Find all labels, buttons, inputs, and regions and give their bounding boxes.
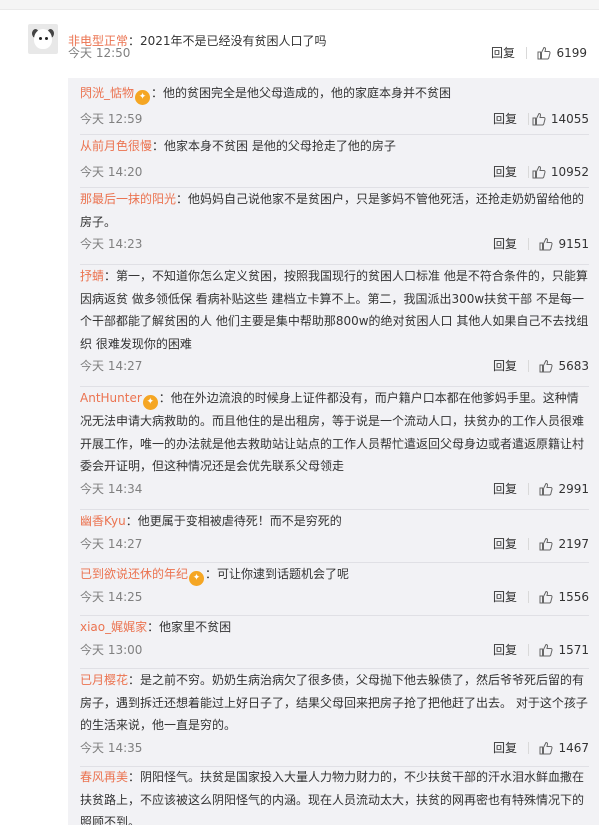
member-badge-icon: ✦	[142, 395, 158, 410]
like-button[interactable]: 1467	[539, 739, 589, 757]
reply-username[interactable]: 从前月色很慢	[80, 139, 152, 153]
thumbs-up-icon	[539, 741, 553, 754]
reply-time: 今天 12:59	[80, 112, 143, 126]
thumbs-up-icon	[539, 237, 553, 251]
reply-username[interactable]: xiao_娓娓家	[80, 620, 147, 634]
reply-item: 春风再美：阴阳怪气。扶贫是国家投入大量人力物力财力的，不少扶贫干部的汗水泪水鲜血…	[80, 766, 589, 825]
reply-text: ：是之前不穷。奶奶生病治病欠了很多债，父母抛下他去躲债了，然后爷爷死后留的有房子…	[80, 673, 588, 732]
reply-time: 今天 14:27	[80, 536, 143, 551]
reply-time: 今天 14:20	[80, 164, 143, 179]
reply-time: 今天 14:34	[80, 481, 143, 496]
like-button[interactable]: 1556	[539, 588, 589, 606]
reply-username[interactable]: 抒蜻	[80, 269, 104, 283]
reply-button[interactable]: 回复	[493, 641, 517, 659]
meta-separator	[528, 113, 529, 125]
like-count: 1467	[558, 740, 589, 755]
reply-username[interactable]: 幽香Kyu	[80, 514, 126, 528]
like-button[interactable]: 10952	[532, 163, 589, 181]
reply-button[interactable]: 回复	[491, 44, 515, 62]
reply-button[interactable]: 回复	[493, 739, 517, 757]
like-button[interactable]: 14055	[532, 110, 589, 128]
meta-separator	[528, 537, 529, 550]
comment-thread: 非电型正常：2021年不是已经没有贫困人口了吗 今天 12:50 回复 6199…	[0, 10, 599, 825]
reply-text: ：可让你逮到话题机会了呢	[205, 567, 350, 581]
like-button[interactable]: 9151	[539, 235, 589, 253]
reply-username[interactable]: 已月樱花	[80, 673, 128, 687]
meta-separator	[528, 591, 529, 603]
reply-button[interactable]: 回复	[493, 110, 517, 128]
like-button[interactable]: 2197	[539, 535, 589, 553]
reply-time: 今天 14:27	[80, 359, 143, 373]
reply-button[interactable]: 回复	[493, 588, 517, 606]
reply-button[interactable]: 回复	[493, 535, 517, 553]
reply-text: ：第一，不知道你怎么定义贫困，按照我国现行的贫困人口标准 他是不符合条件的，只能…	[80, 269, 589, 351]
like-button[interactable]: 2991	[539, 480, 589, 498]
like-count: 2197	[558, 536, 589, 551]
meta-separator	[528, 238, 529, 250]
reply-text: ：阴阳怪气。扶贫是国家投入大量人力物力财力的，不少扶贫干部的汗水泪水鲜血撒在扶贫…	[80, 770, 585, 825]
like-button[interactable]: 5683	[539, 357, 589, 375]
reply-time: 今天 14:25	[80, 590, 143, 604]
meta-separator	[528, 165, 529, 178]
reply-username[interactable]: 已到欲说还休的年纪	[80, 567, 188, 581]
like-count: 10952	[550, 164, 589, 179]
reply-item: 閃洸_惦物 ✦ ：他的贫困完全是他父母造成的，他的家庭本身并不贫困 今天 12:59…	[80, 82, 589, 128]
reply-item: 已到欲说还休的年纪 ✦ ：可让你逮到话题机会了呢 今天 14:25 回复 1556	[80, 563, 589, 606]
reply-button[interactable]: 回复	[493, 357, 517, 375]
reply-button[interactable]: 回复	[493, 480, 517, 498]
reply-time: 今天 14:23	[80, 237, 143, 251]
reply-item: 抒蜻：第一，不知道你怎么定义贫困，按照我国现行的贫困人口标准 他是不符合条件的，…	[80, 265, 589, 375]
reply-text: ：他的贫困完全是他父母造成的，他的家庭本身并不贫困	[151, 86, 452, 100]
thumbs-up-icon	[539, 537, 553, 550]
like-count: 1571	[558, 642, 589, 657]
meta-separator	[528, 360, 529, 372]
reply-username[interactable]: 那最后一抹的阳光	[80, 192, 176, 206]
like-button[interactable]: 6199	[537, 44, 587, 62]
thumbs-up-icon	[539, 359, 553, 373]
reply-username[interactable]: 閃洸_惦物	[80, 86, 134, 100]
like-count: 5683	[558, 359, 589, 373]
reply-item: 那最后一抹的阳光：他妈妈自己说他家不是贫困户，只是爹妈不管他死活，还抢走奶奶留给…	[80, 188, 589, 253]
thumbs-up-icon	[537, 46, 551, 60]
reply-text: ：他更属于变相被虐待死！而不是穷死的	[125, 514, 342, 528]
reply-time: 今天 13:00	[80, 642, 143, 657]
reply-time: 今天 14:35	[80, 740, 143, 755]
dog-face-icon	[34, 29, 52, 49]
thumbs-up-icon	[539, 590, 553, 604]
meta-separator	[526, 47, 527, 59]
thumbs-up-icon	[532, 112, 546, 126]
thumbs-up-icon	[539, 482, 553, 495]
meta-separator	[528, 643, 529, 656]
reply-item: 从前月色很慢：他家本身不贫困 是他的父母抢走了他的房子 今天 14:20 回复 …	[80, 135, 589, 181]
reply-button[interactable]: 回复	[493, 163, 517, 181]
thumbs-up-icon	[532, 165, 546, 178]
member-badge-icon: ✦	[135, 90, 151, 105]
member-badge-icon: ✦	[189, 571, 205, 586]
meta-separator	[528, 741, 529, 754]
like-count: 2991	[558, 481, 589, 496]
dog-eye-left	[39, 37, 42, 40]
reply-username[interactable]: AntHunter	[80, 391, 142, 405]
reply-text: ：他家本身不贫困 是他的父母抢走了他的房子	[152, 139, 396, 153]
top-comment-meta: 今天 12:50 回复 6199	[68, 44, 587, 62]
avatar[interactable]	[28, 24, 58, 54]
reply-item: AntHunter ✦ ：他在外边流浪的时候身上证件都没有，而户籍户口本都在他爹妈手…	[80, 387, 589, 498]
reply-list: 閃洸_惦物 ✦ ：他的贫困完全是他父母造成的，他的家庭本身并不贫困 今天 12:59…	[68, 78, 599, 825]
top-comment-time: 今天 12:50	[68, 46, 131, 60]
like-count: 6199	[556, 46, 587, 60]
reply-item: xiao_娓娓家：他家里不贫困 今天 13:00 回复 1571	[80, 616, 589, 659]
reply-username[interactable]: 春风再美	[80, 770, 128, 784]
meta-separator	[528, 482, 529, 495]
like-count: 14055	[550, 112, 589, 126]
thumbs-up-icon	[539, 643, 553, 656]
dog-eye-right	[45, 37, 48, 40]
reply-item: 已月樱花：是之前不穷。奶奶生病治病欠了很多债，父母抛下他去躲债了，然后爷爷死后留…	[80, 669, 589, 757]
like-button[interactable]: 1571	[539, 641, 589, 659]
reply-item: 幽香Kyu：他更属于变相被虐待死！而不是穷死的 今天 14:27 回复 2197	[80, 510, 589, 553]
reply-button[interactable]: 回复	[493, 235, 517, 253]
top-strip	[0, 0, 599, 10]
like-count: 1556	[558, 590, 589, 604]
like-count: 9151	[558, 237, 589, 251]
reply-text: ：他家里不贫困	[147, 620, 232, 634]
